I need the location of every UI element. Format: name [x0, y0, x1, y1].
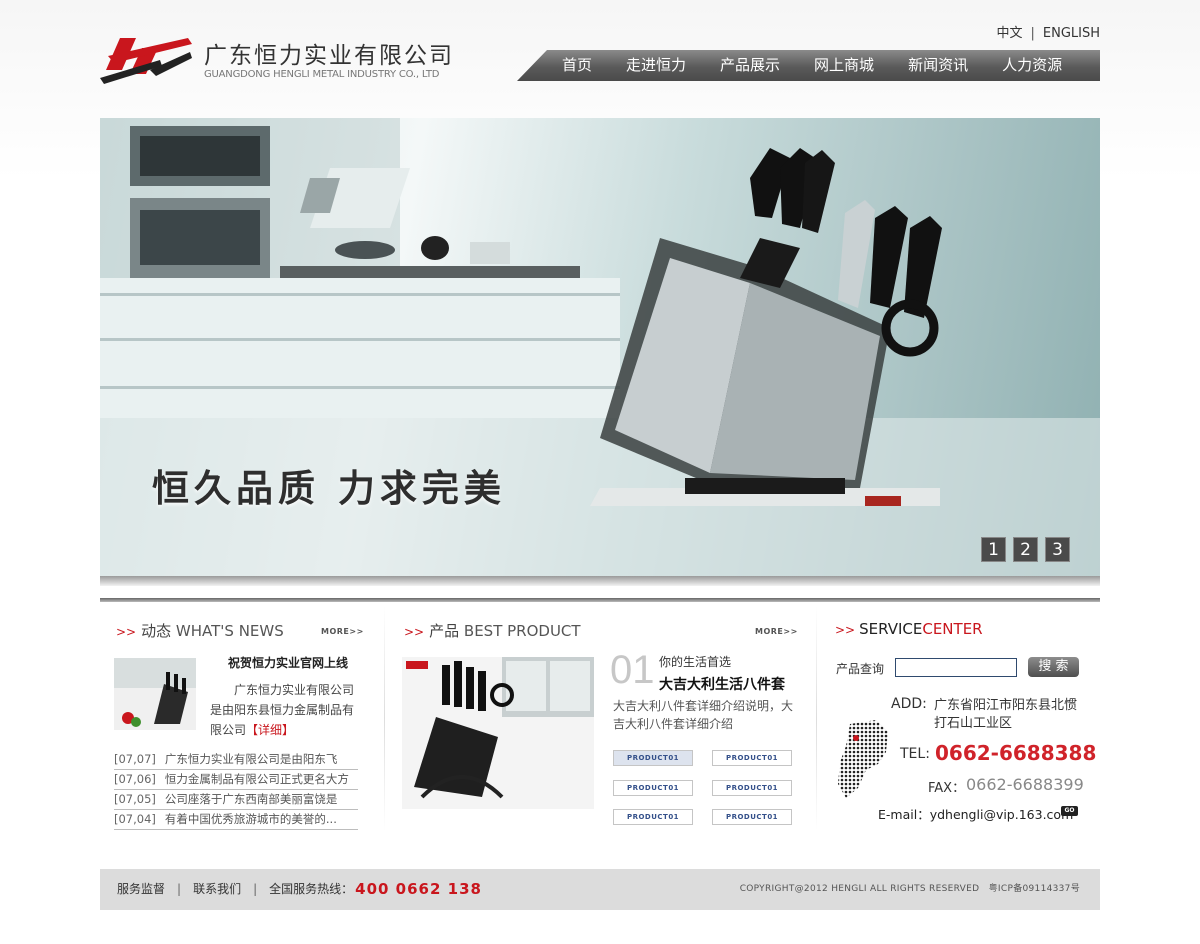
- nav-item-news[interactable]: 新闻资讯: [908, 50, 968, 81]
- tel-value: 0662-6688388: [935, 741, 1097, 765]
- lang-english-link[interactable]: ENGLISH: [1043, 26, 1100, 41]
- news-date: [07,06]: [114, 772, 156, 786]
- product-description: 大吉大利八件套详细介绍说明，大吉大利八件套详细介绍: [613, 699, 794, 731]
- service-section-title: >> SERVICECENTER: [835, 620, 983, 638]
- nav-item-products[interactable]: 产品展示: [720, 50, 780, 81]
- language-switcher: 中文 | ENGLISH: [996, 22, 1100, 41]
- news-title-cn: 动态: [141, 622, 172, 640]
- address-label: ADD:: [891, 696, 927, 712]
- column-divider: [384, 606, 385, 831]
- product-search-input[interactable]: [895, 658, 1017, 677]
- company-name-cn: 广东恒力实业有限公司: [204, 43, 454, 69]
- product-title-cn: 产品: [429, 622, 460, 640]
- news-date: [07,05]: [114, 792, 156, 806]
- product-more-link[interactable]: MORE>>: [755, 627, 798, 636]
- service-title-a: SERVICE: [859, 620, 923, 638]
- banner-slogan: 恒久品质 力求完美: [152, 467, 506, 510]
- service-title-b: CENTER: [922, 620, 983, 638]
- fax-label: FAX：: [928, 781, 966, 796]
- lang-chinese-link[interactable]: 中文: [996, 26, 1022, 41]
- product-number: 01: [610, 648, 655, 692]
- hengli-logo-icon[interactable]: [100, 30, 195, 84]
- news-title-en: WHAT'S NEWS: [175, 622, 284, 640]
- email-link[interactable]: E-mail：ydhengli@vip.163.com: [878, 804, 1073, 823]
- footer-links: 服务监督 | 联系我们 | 全国服务热线： 400 0662 138: [117, 869, 482, 910]
- product-section-title: >> 产品 BEST PRODUCT: [404, 620, 581, 641]
- footer-separator: |: [177, 882, 182, 896]
- nav-item-shop[interactable]: 网上商城: [814, 50, 874, 81]
- tel-label: TEL:: [900, 746, 930, 762]
- news-detail-link[interactable]: 【详细】: [246, 723, 294, 737]
- news-thumbnail[interactable]: [114, 658, 196, 730]
- double-chevron-icon: >>: [116, 625, 137, 639]
- product-button[interactable]: PRODUCT01: [712, 750, 792, 766]
- guangdong-map-icon: [838, 720, 888, 798]
- news-item-title: 公司座落于广东西南部美丽富饶是: [164, 792, 338, 806]
- hero-banner: 恒久品质 力求完美 1 2 3: [100, 118, 1100, 586]
- nav-item-home[interactable]: 首页: [562, 50, 592, 81]
- content-divider: [100, 598, 1100, 602]
- copyright-text: COPYRIGHT@2012 HENGLI ALL RIGHTS RESERVE…: [739, 884, 1080, 894]
- footer-link-supervision[interactable]: 服务监督: [117, 869, 165, 910]
- banner-page-3[interactable]: 3: [1045, 537, 1070, 562]
- site-header: 广东恒力实业有限公司 GUANGDONG HENGLI METAL INDUST…: [100, 0, 1100, 118]
- news-list-item[interactable]: [07,05] 公司座落于广东西南部美丽富饶是: [114, 790, 358, 810]
- product-button[interactable]: PRODUCT01: [613, 780, 693, 796]
- company-name-en: GUANGDONG HENGLI METAL INDUSTRY CO., LTD: [204, 69, 440, 80]
- search-button[interactable]: 搜 索: [1028, 657, 1079, 677]
- fax-value: 0662-6688399: [966, 775, 1084, 794]
- news-list-item[interactable]: [07,06] 恒力金属制品有限公司正式更名大方: [114, 770, 358, 790]
- news-date: [07,04]: [114, 812, 156, 826]
- banner-page-2[interactable]: 2: [1013, 537, 1038, 562]
- double-chevron-icon: >>: [835, 623, 856, 637]
- product-button[interactable]: PRODUCT01: [712, 780, 792, 796]
- lang-separator: |: [1030, 26, 1035, 41]
- banner-page-1[interactable]: 1: [981, 537, 1006, 562]
- news-list-item[interactable]: [07,07] 广东恒力实业有限公司是由阳东飞: [114, 750, 358, 770]
- content-area: >> 动态 WHAT'S NEWS MORE>> 祝贺恒力实业官网上线 广东恒力实…: [100, 598, 1100, 848]
- column-divider: [816, 606, 817, 831]
- news-section-title: >> 动态 WHAT'S NEWS: [116, 620, 284, 641]
- product-image[interactable]: [402, 657, 594, 809]
- product-button[interactable]: PRODUCT01: [613, 750, 693, 766]
- footer-separator: |: [253, 882, 258, 896]
- double-chevron-icon: >>: [404, 625, 425, 639]
- search-label: 产品查询: [836, 662, 885, 676]
- news-list-item[interactable]: [07,04] 有着中国优秀旅游城市的美誉的...: [114, 810, 358, 830]
- product-name[interactable]: 大吉大利生活八件套: [659, 674, 785, 694]
- news-list: [07,07] 广东恒力实业有限公司是由阳东飞 [07,06] 恒力金属制品有限公司…: [114, 750, 358, 830]
- news-headline[interactable]: 祝贺恒力实业官网上线: [228, 654, 348, 671]
- news-item-title: 有着中国优秀旅游城市的美誉的...: [164, 812, 337, 826]
- product-title-en: BEST PRODUCT: [463, 622, 581, 640]
- news-item-title: 广东恒力实业有限公司是由阳东飞: [164, 752, 338, 766]
- banner-shadow: [100, 576, 1100, 586]
- news-more-link[interactable]: MORE>>: [321, 627, 364, 636]
- product-tagline: 你的生活首选: [659, 655, 732, 669]
- news-date: [07,07]: [114, 752, 156, 766]
- banner-pager: 1 2 3: [981, 537, 1077, 562]
- hotline-number: 400 0662 138: [355, 880, 482, 898]
- site-footer: 服务监督 | 联系我们 | 全国服务热线： 400 0662 138 COPYR…: [100, 869, 1100, 910]
- nav-item-hr[interactable]: 人力资源: [1002, 50, 1062, 81]
- product-button[interactable]: PRODUCT01: [613, 809, 693, 825]
- news-summary: 广东恒力实业有限公司是由阳东县恒力金属制品有限公司【详细】: [210, 680, 362, 740]
- news-item-title: 恒力金属制品有限公司正式更名大方: [164, 772, 349, 786]
- footer-link-contact[interactable]: 联系我们: [193, 869, 241, 910]
- email-go-button[interactable]: GO: [1061, 806, 1078, 816]
- product-button[interactable]: PRODUCT01: [712, 809, 792, 825]
- main-nav: 首页 走进恒力 产品展示 网上商城 新闻资讯 人力资源: [517, 50, 1100, 81]
- address-value: 广东省阳江市阳东县北惯打石山工业区: [934, 698, 1078, 731]
- hotline-label: 全国服务热线：: [269, 882, 354, 896]
- nav-item-about[interactable]: 走进恒力: [626, 50, 686, 81]
